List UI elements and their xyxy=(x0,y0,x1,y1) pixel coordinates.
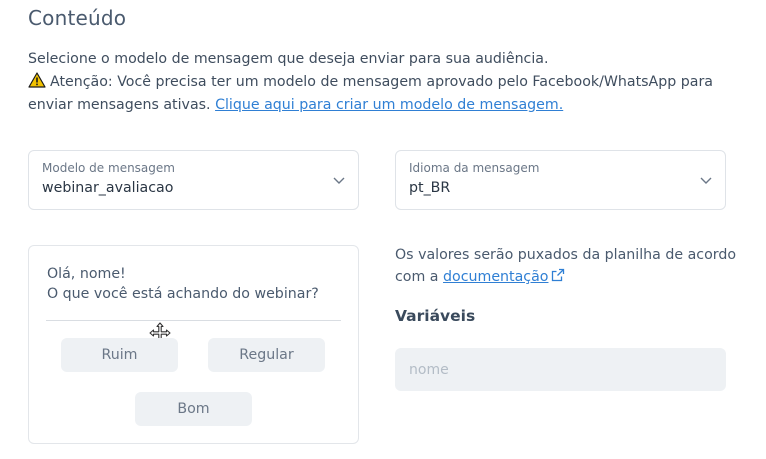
template-select-value: webinar_avaliacao xyxy=(42,180,174,196)
documentation-link-label: documentação xyxy=(443,269,549,285)
preview-message: Olá, nome! O que você está achando do we… xyxy=(47,264,319,304)
preview-greeting: Olá, nome! xyxy=(47,266,126,282)
language-select-label: Idioma da mensagem xyxy=(409,161,540,175)
section-title: Conteúdo xyxy=(28,6,127,30)
message-preview-card: Olá, nome! O que você está achando do we… xyxy=(28,245,359,444)
reply-button-bom[interactable]: Bom xyxy=(135,392,252,426)
reply-button-regular[interactable]: Regular xyxy=(208,338,325,372)
chevron-down-icon xyxy=(700,177,712,184)
documentation-link[interactable]: documentação xyxy=(443,268,565,285)
preview-divider xyxy=(46,320,341,321)
warning-text-wrapper: Atenção: Você precisa ter um modelo de m… xyxy=(28,72,713,113)
warning-icon xyxy=(28,72,46,88)
variables-title: Variáveis xyxy=(395,307,476,325)
template-select[interactable]: Modelo de mensagem webinar_avaliacao xyxy=(28,150,359,210)
variables-info: Os valores serão puxados da planilha de … xyxy=(395,244,740,288)
chevron-down-icon xyxy=(333,177,345,184)
external-link-icon xyxy=(552,268,565,282)
create-template-link[interactable]: Clique aqui para criar um modelo de mens… xyxy=(215,97,563,113)
intro-line: Selecione o modelo de mensagem que desej… xyxy=(28,51,549,67)
language-select-value: pt_BR xyxy=(409,180,451,196)
preview-question: O que você está achando do webinar? xyxy=(47,286,319,302)
language-select[interactable]: Idioma da mensagem pt_BR xyxy=(395,150,726,210)
variable-nome-input[interactable] xyxy=(395,348,726,391)
intro-text: Selecione o modelo de mensagem que desej… xyxy=(28,48,728,117)
reply-button-ruim[interactable]: Ruim xyxy=(61,338,178,372)
template-select-label: Modelo de mensagem xyxy=(42,161,175,175)
